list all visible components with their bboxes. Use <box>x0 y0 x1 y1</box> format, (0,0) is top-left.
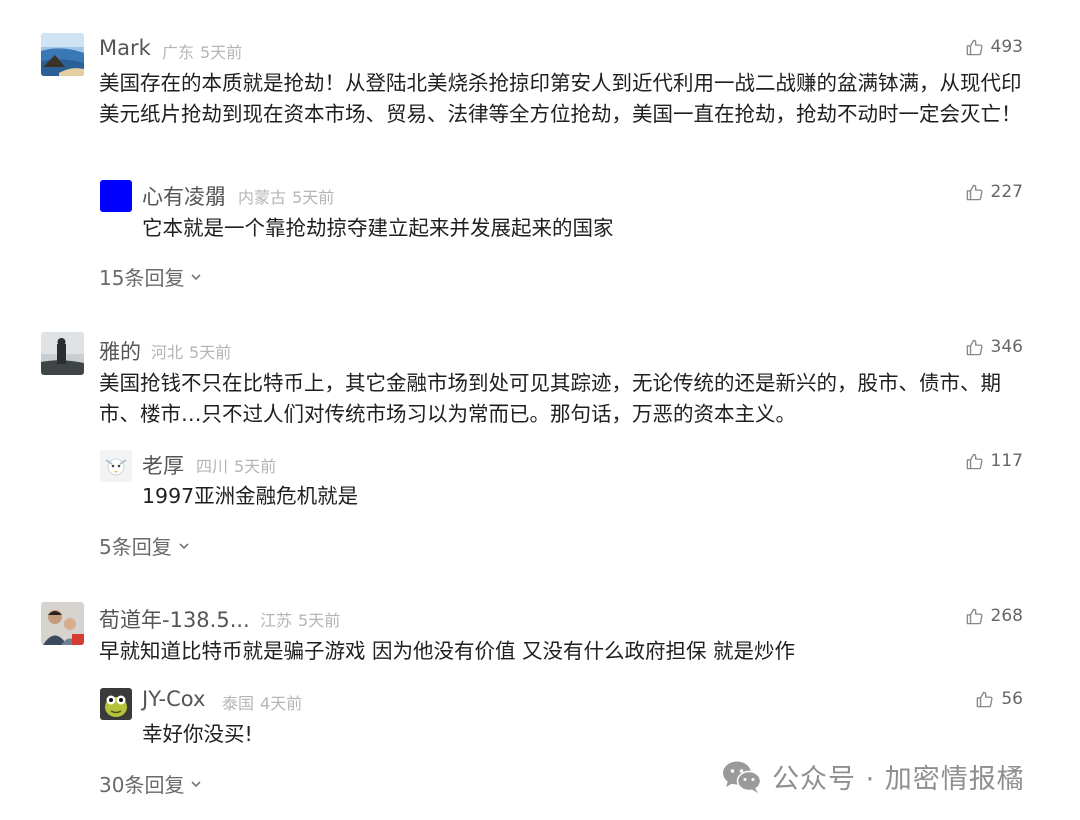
like-count: 117 <box>990 451 1023 471</box>
thumbs-up-icon <box>966 39 983 55</box>
like-button[interactable]: 227 <box>965 182 1023 202</box>
like-count: 493 <box>990 37 1023 57</box>
timestamp: 5天前 <box>298 611 341 630</box>
comment-username[interactable]: 雅的 <box>99 336 141 366</box>
chevron-down-icon <box>179 542 189 549</box>
reply-text: 1997亚洲金融危机就是 <box>142 484 359 508</box>
comment-meta: 广东 5天前 <box>162 39 242 63</box>
like-button[interactable]: 493 <box>965 37 1023 57</box>
comment-username[interactable]: 荀道年-138.5... <box>99 604 250 634</box>
avatar[interactable] <box>100 688 132 720</box>
watermark-text: 公众号 · 加密情报橘 <box>772 764 1025 795</box>
location: 河北 <box>151 343 184 362</box>
timestamp: 5天前 <box>292 188 335 207</box>
timestamp: 5天前 <box>200 43 243 62</box>
expand-replies-button[interactable]: 15条回复 <box>99 262 203 291</box>
location: 内蒙古 <box>238 188 287 207</box>
reply-username[interactable]: 老厚 <box>142 450 184 480</box>
timestamp: 5天前 <box>234 457 277 476</box>
location: 泰国 <box>222 694 255 713</box>
reply-meta: 内蒙古 5天前 <box>238 184 334 208</box>
thumbs-up-icon <box>966 184 983 200</box>
like-button[interactable]: 346 <box>965 337 1023 357</box>
avatar[interactable] <box>41 332 84 375</box>
expand-replies-label: 5条回复 <box>99 535 172 559</box>
comment-meta: 河北 5天前 <box>151 339 231 363</box>
expand-replies-button[interactable]: 30条回复 <box>99 769 203 798</box>
reply-username[interactable]: JY-Cox <box>142 687 205 711</box>
location: 广东 <box>162 43 195 62</box>
timestamp: 5天前 <box>189 343 232 362</box>
comment-text: 美国存在的本质就是抢劫！从登陆北美烧杀抢掠印第安人到近代利用一战二战赚的盆满钵满… <box>99 71 1022 126</box>
like-button[interactable]: 117 <box>965 451 1023 471</box>
thumbs-up-icon <box>966 339 983 355</box>
like-count: 227 <box>990 182 1023 202</box>
avatar[interactable] <box>41 602 84 645</box>
comment-text: 早就知道比特币就是骗子游戏 因为他没有价值 又没有什么政府担保 就是炒作 <box>99 639 796 663</box>
comment-meta: 江苏 5天前 <box>260 607 340 631</box>
chevron-down-icon <box>191 273 202 280</box>
wechat-icon <box>723 761 762 793</box>
watermark: 公众号 · 加密情报橘 <box>722 757 1025 796</box>
timestamp: 4天前 <box>260 694 303 713</box>
like-count: 346 <box>990 337 1023 357</box>
avatar[interactable] <box>100 450 132 482</box>
thumbs-up-icon <box>977 691 993 707</box>
comment-text: 美国抢钱不只在比特币上，其它金融市场到处可见其踪迹，无论传统的还是新兴的，股市、… <box>99 371 1001 426</box>
comment-username[interactable]: Mark <box>99 36 151 60</box>
expand-replies-label: 15条回复 <box>99 266 185 290</box>
location: 四川 <box>196 457 229 476</box>
thumbs-up-icon <box>966 453 983 469</box>
expand-replies-label: 30条回复 <box>99 773 185 797</box>
like-count: 268 <box>990 606 1023 626</box>
like-button[interactable]: 268 <box>965 606 1023 626</box>
chevron-down-icon <box>191 780 202 787</box>
reply-text: 它本就是一个靠抢劫掠夺建立起来并发展起来的国家 <box>142 216 614 240</box>
location: 江苏 <box>260 611 293 630</box>
thumbs-up-icon <box>966 608 983 624</box>
reply-meta: 四川 5天前 <box>196 453 276 477</box>
reply-meta: 泰国 4天前 <box>222 690 302 714</box>
reply-username[interactable]: 心有凌朤 <box>142 181 226 211</box>
reply-text: 幸好你没买! <box>142 722 253 746</box>
like-count: 56 <box>1001 689 1023 709</box>
avatar[interactable] <box>41 33 84 76</box>
avatar[interactable] <box>100 180 132 212</box>
expand-replies-button[interactable]: 5条回复 <box>99 531 191 560</box>
like-button[interactable]: 56 <box>975 689 1023 709</box>
